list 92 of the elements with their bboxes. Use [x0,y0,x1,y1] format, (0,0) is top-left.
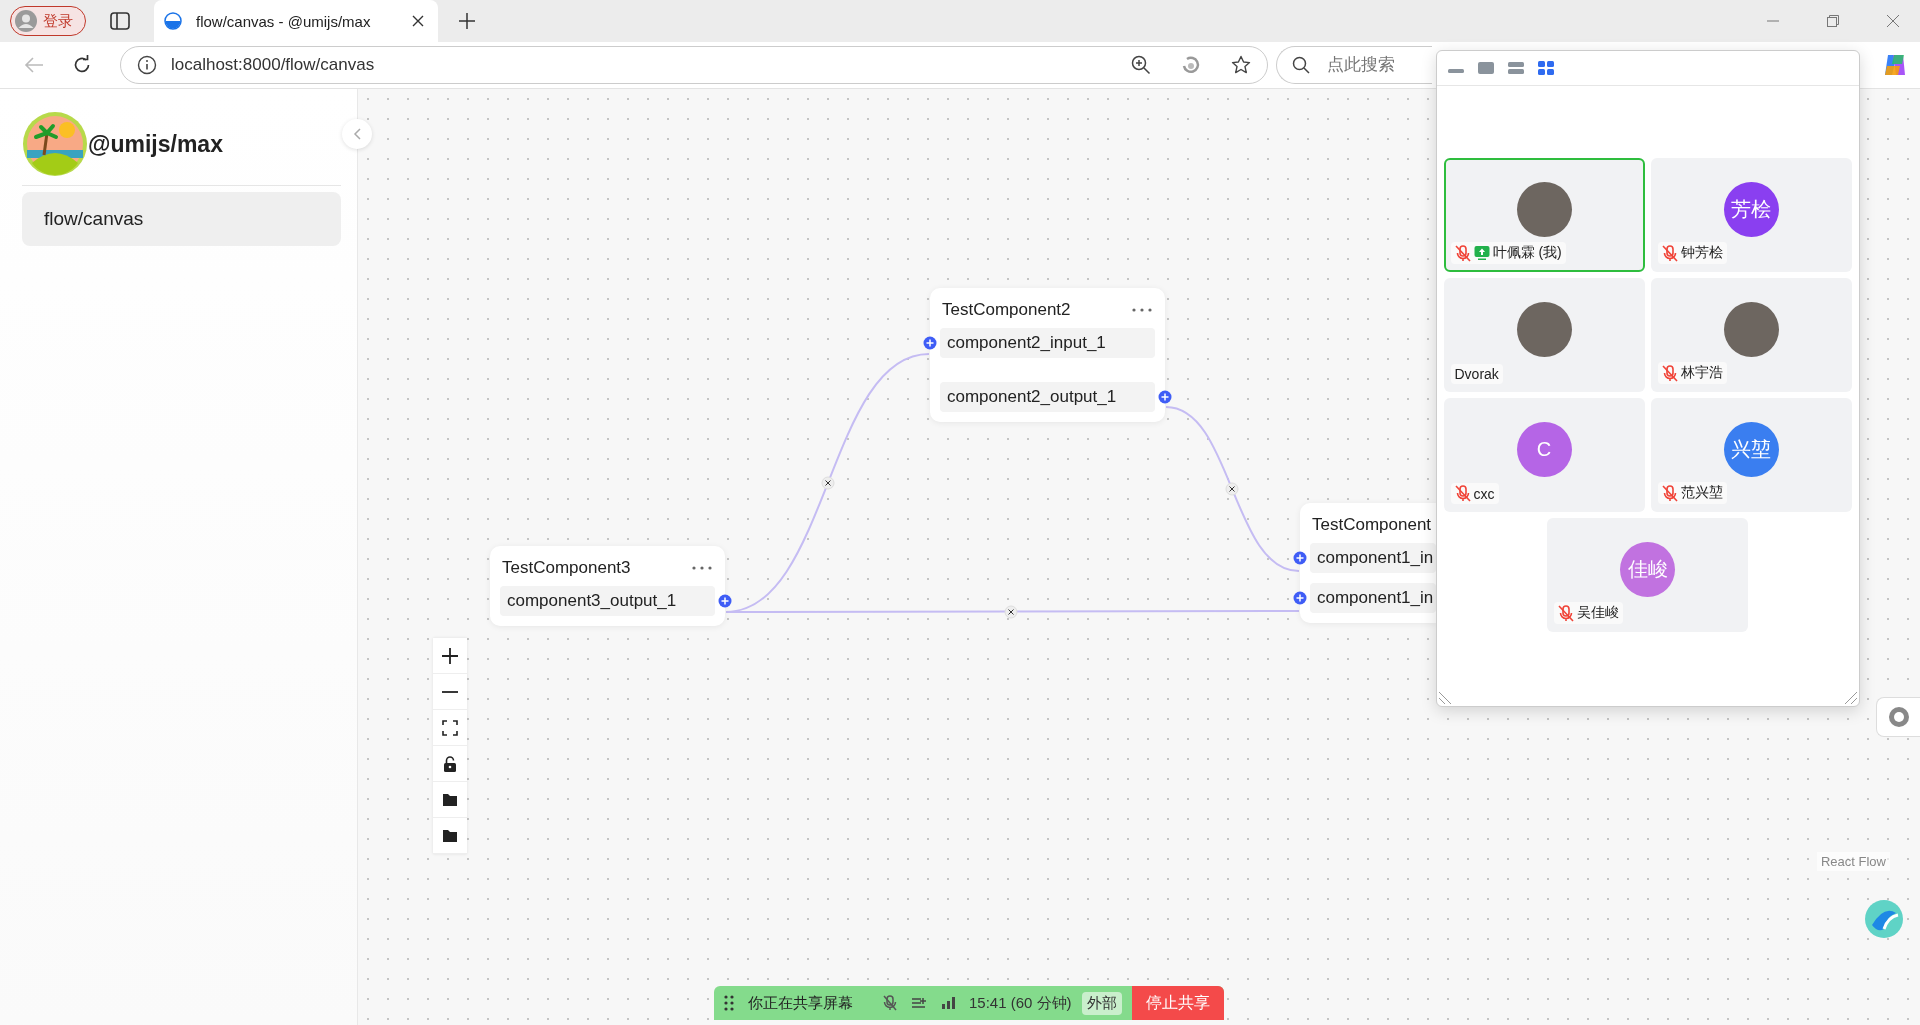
profile-button[interactable]: 登录 [10,6,86,36]
port-label: component2_input_1 [947,333,1106,353]
search-field[interactable]: 点此搜索 [1276,46,1432,84]
attribution-link[interactable]: React Flow [1816,852,1890,871]
swirl-logo-icon[interactable] [1864,899,1904,939]
edge-delete-button[interactable] [821,476,835,490]
zoom-in-button[interactable] [433,638,467,674]
star-icon[interactable] [1231,55,1251,75]
lock-button[interactable] [433,746,467,782]
list-icon[interactable] [911,997,927,1009]
zoom-in-icon[interactable] [1131,55,1151,75]
port-handle[interactable] [1293,551,1307,565]
participant-name: 林宇浩 [1680,364,1723,382]
padlock-icon [443,755,457,772]
info-icon [137,55,157,75]
participant-tile[interactable]: 芳桧 钟芳桧 [1650,158,1852,272]
signal-icon [941,997,955,1009]
fit-view-button[interactable] [433,710,467,746]
menu-item[interactable]: flow/canvas [22,192,341,246]
fit-view-icon [442,719,458,736]
avatar: 芳桧 [1723,182,1779,237]
avatar: 佳峻 [1620,542,1675,597]
folder-icon [442,828,458,843]
search-icon [1292,56,1310,74]
stop-sharing-button[interactable]: 停止共享 [1131,986,1224,1020]
edge-delete-button[interactable] [1004,605,1018,619]
photo-placeholder [1516,182,1572,237]
port-label: component2_output_1 [947,387,1117,407]
more-icon[interactable] [1131,307,1153,313]
meeting-time: 15:41 (60 分钟) [969,993,1072,1013]
restore-icon[interactable] [1826,14,1840,28]
flow-node[interactable]: TestComponent component1_in component1_in [1300,503,1436,623]
participant-tile[interactable]: 佳峻 吴佳峻 [1547,518,1748,632]
node-title: TestComponent2 [942,300,1071,320]
close-icon[interactable] [412,15,424,27]
port-handle[interactable] [923,336,937,350]
chevron-left-icon [353,128,361,140]
port-handle[interactable] [718,594,732,608]
participant-tile[interactable]: 叶佩霖 (我) [1443,158,1645,272]
user-icon [15,10,37,32]
port-label: component3_output_1 [507,591,677,611]
more-icon[interactable] [691,565,713,571]
folder-button[interactable] [433,818,467,854]
participant-tile[interactable]: C cxc [1443,398,1645,512]
resize-handle-icon[interactable] [1844,691,1858,705]
participant-tile[interactable]: 林宇浩 [1650,278,1852,392]
reload-icon[interactable] [72,55,92,75]
node-title: TestComponent [1312,515,1432,535]
minus-icon [441,689,459,694]
swirl-logo-icon[interactable] [1882,52,1908,78]
port-label: component1_in [1317,588,1434,608]
flow-node[interactable]: TestComponent2 component2_input_1 component2_output_1 [930,288,1165,422]
app-title: @umijs/max [88,130,223,158]
port-handle[interactable] [1158,390,1172,404]
port-label: component1_in [1317,548,1434,568]
grid-icon[interactable] [1537,60,1555,76]
new-tab-icon[interactable] [458,12,476,30]
folder-button[interactable] [433,782,467,818]
participant-tile[interactable]: Dvorak [1443,278,1645,392]
zoom-out-button[interactable] [433,674,467,710]
flow-node[interactable]: TestComponent3 component3_output_1 [490,546,725,626]
drag-handle-icon[interactable] [724,995,734,1011]
photo-placeholder [1516,302,1572,357]
participant-name: 吴佳峻 [1577,604,1619,622]
participant-name: Dvorak [1454,366,1499,382]
resize-handle-icon[interactable] [1438,691,1452,705]
folder-icon [442,792,458,807]
ring-icon [1886,705,1911,729]
tab-list-icon[interactable] [110,12,130,30]
participant-name: 范兴堃 [1680,484,1723,502]
tab-title: flow/canvas - @umijs/max [196,12,372,30]
avatar: C [1516,422,1572,477]
island-logo-icon [22,111,88,177]
share-status: 你正在共享屏幕 [748,993,853,1013]
external-tag: 外部 [1081,991,1122,1015]
avatar: 兴堃 [1723,422,1779,477]
rows-icon[interactable] [1507,60,1525,76]
plus-icon [441,646,459,665]
photo-placeholder [1723,302,1779,357]
square-icon[interactable] [1477,60,1495,76]
edge-delete-button[interactable] [1225,482,1239,496]
participant-tile[interactable]: 兴堃 范兴堃 [1650,398,1852,512]
port-handle[interactable] [1293,591,1307,605]
floating-button[interactable] [1876,697,1920,737]
participant-name: cxc [1473,485,1495,502]
node-title: TestComponent3 [502,558,631,578]
browser-tab[interactable]: flow/canvas - @umijs/max [154,0,438,42]
participant-name: 钟芳桧 [1680,244,1723,262]
mic-muted-icon[interactable] [883,995,897,1011]
globe-icon [164,12,182,30]
refresh-circle-icon[interactable] [1181,55,1201,75]
participant-name: 叶佩霖 (我) [1492,244,1562,262]
